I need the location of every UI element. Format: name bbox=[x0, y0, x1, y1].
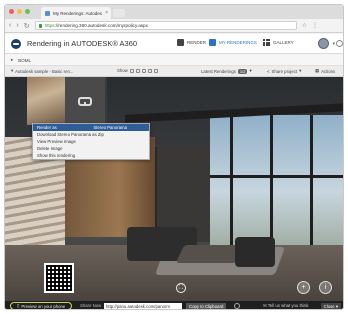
back-icon[interactable]: ‹ bbox=[9, 22, 11, 29]
tab-close-icon[interactable]: × bbox=[105, 10, 108, 16]
info-icon[interactable] bbox=[234, 303, 240, 309]
actions-label: Actions bbox=[321, 68, 336, 74]
browser-tab[interactable]: My Renderings: Autodesk × bbox=[41, 7, 111, 19]
actions-icon: ▦ bbox=[315, 68, 320, 73]
stereo-panorama-thumbnail[interactable] bbox=[65, 77, 105, 125]
gallery-grid-icon bbox=[263, 39, 270, 46]
nav-my-renderings-label: MY RENDERINGS bbox=[219, 40, 257, 45]
share-icon: < bbox=[267, 68, 270, 74]
nav-gallery-label: GALLERY bbox=[273, 40, 294, 45]
project-label: Autodesk sample - Basic ren... bbox=[15, 68, 74, 74]
rendering-thumbnails bbox=[27, 77, 107, 125]
preview-on-phone-link[interactable]: ▯ Preview on your phone bbox=[10, 302, 73, 309]
renderings-icon bbox=[209, 39, 216, 46]
info-icon[interactable]: i bbox=[319, 281, 332, 294]
panorama-window-view bbox=[210, 115, 343, 255]
breadcrumb-arrow-icon[interactable]: ▸ bbox=[11, 57, 13, 63]
coffee-table bbox=[175, 245, 245, 263]
copy-to-clipboard-button[interactable]: Copy to Clipboard bbox=[186, 302, 227, 309]
menu-item-delete-image[interactable]: Delete Image bbox=[33, 145, 149, 152]
show-filter[interactable]: Show bbox=[117, 68, 158, 73]
bookmark-star-icon[interactable]: ☆ bbox=[302, 22, 307, 29]
context-menu-header[interactable]: Render as Stereo Panorama bbox=[33, 124, 149, 131]
menu-item-view-preview[interactable]: View Preview Image bbox=[33, 138, 149, 145]
chevron-down-icon[interactable]: ▾ bbox=[332, 41, 335, 47]
help-icon[interactable] bbox=[336, 40, 343, 47]
filter-icon-5[interactable] bbox=[153, 68, 158, 73]
latest-count-badge: 1/2 bbox=[237, 68, 248, 74]
breadcrumb: ▸ BOML bbox=[5, 55, 343, 66]
qr-code bbox=[44, 263, 74, 293]
forward-icon[interactable]: › bbox=[16, 22, 18, 29]
share-now-label: Share Now bbox=[80, 303, 102, 308]
render-as-value: Stereo Panorama bbox=[93, 125, 127, 130]
close-window-dot[interactable] bbox=[9, 9, 14, 14]
render-icon bbox=[177, 39, 184, 46]
url-text: ://rendering.360.autodesk.com/myrpolicy.… bbox=[54, 23, 148, 28]
maximize-window-dot[interactable] bbox=[25, 9, 30, 14]
rendering-thumbnail[interactable] bbox=[27, 77, 65, 125]
preview-label: Preview on your phone bbox=[21, 303, 66, 309]
phone-icon: ▯ bbox=[17, 303, 20, 308]
filter-icon-3[interactable] bbox=[141, 68, 146, 73]
project-selector[interactable]: ▾ Autodesk sample - Basic ren... bbox=[11, 68, 73, 74]
reload-icon[interactable]: ↻ bbox=[24, 22, 30, 30]
address-bar: ‹ › ↻ https://rendering.360.autodesk.com… bbox=[5, 19, 343, 33]
breadcrumb-label[interactable]: BOML bbox=[18, 58, 31, 63]
share-bar: ▯ Preview on your phone Share Now http:/… bbox=[5, 301, 343, 309]
favicon-icon bbox=[45, 10, 50, 16]
share-project-button[interactable]: < Share project ▾ bbox=[267, 68, 301, 74]
lock-icon bbox=[38, 23, 42, 28]
actions-button[interactable]: ▦ Actions bbox=[315, 68, 335, 74]
armchair bbox=[235, 237, 275, 267]
filter-icon-2[interactable] bbox=[135, 68, 140, 73]
filter-icon-4[interactable] bbox=[147, 68, 152, 73]
chevron-down-icon: ▾ bbox=[249, 68, 252, 73]
close-label: Close bbox=[323, 303, 335, 309]
close-button[interactable]: Close ▾ bbox=[320, 302, 341, 309]
share-url-field[interactable]: http://panu.autodesk.com/panorm bbox=[104, 302, 182, 309]
feedback-link[interactable]: ✉ Tell us what you think bbox=[263, 303, 309, 309]
nav-my-renderings-button[interactable]: MY RENDERINGS bbox=[209, 39, 257, 46]
latest-renderings[interactable]: Latest Renderings 1/2 ▾ bbox=[201, 68, 252, 74]
minimize-window-dot[interactable] bbox=[17, 9, 22, 14]
new-tab-button[interactable] bbox=[113, 9, 125, 17]
filter-icons bbox=[129, 68, 158, 73]
vr-headset-icon bbox=[78, 96, 92, 106]
browser-window: My Renderings: Autodesk × ‹ › ↻ https://… bbox=[4, 4, 344, 310]
filter-icon-1[interactable] bbox=[129, 68, 134, 73]
avatar[interactable] bbox=[318, 38, 329, 49]
context-menu: Render as Stereo Panorama Download Stere… bbox=[32, 123, 150, 160]
render-as-label: Render as bbox=[37, 125, 57, 130]
dropdown-caret-icon: ▾ bbox=[11, 68, 14, 73]
url-input[interactable]: https://rendering.360.autodesk.com/myrpo… bbox=[34, 21, 297, 30]
tab-title: My Renderings: Autodesk bbox=[53, 10, 103, 16]
share-project-label: Share project bbox=[271, 68, 298, 74]
nav-render-button[interactable]: RENDER bbox=[177, 39, 206, 46]
menu-item-show-rendering[interactable]: Show this rendering bbox=[33, 152, 149, 159]
nav-gallery-button[interactable]: GALLERY bbox=[263, 39, 294, 46]
rendering-toolbar: ▾ Autodesk sample - Basic ren... Show La… bbox=[5, 66, 343, 77]
menu-item-download-zip[interactable]: Download Stereo Panorama as Zip bbox=[33, 131, 149, 138]
app-header: Rendering in AUTODESK® A360 RENDER MY RE… bbox=[5, 34, 343, 54]
show-label: Show bbox=[117, 68, 128, 73]
browser-menu-icon[interactable]: ⋮ bbox=[312, 22, 318, 29]
url-protocol: https bbox=[44, 23, 55, 28]
latest-label: Latest Renderings bbox=[201, 68, 236, 74]
fullscreen-icon[interactable]: ⛶ bbox=[176, 283, 186, 293]
app-title: Rendering in AUTODESK® A360 bbox=[27, 39, 138, 48]
browser-tabstrip: My Renderings: Autodesk × bbox=[5, 5, 343, 19]
window-controls bbox=[9, 9, 30, 14]
chevron-down-icon: ▾ bbox=[299, 68, 302, 73]
feedback-label: Tell us what you think bbox=[267, 303, 309, 308]
panorama-viewer[interactable]: Render as Stereo Panorama Download Stere… bbox=[5, 77, 343, 301]
autodesk-logo-icon[interactable] bbox=[11, 38, 21, 49]
plus-icon[interactable]: + bbox=[297, 281, 310, 294]
nav-render-label: RENDER bbox=[187, 40, 207, 45]
